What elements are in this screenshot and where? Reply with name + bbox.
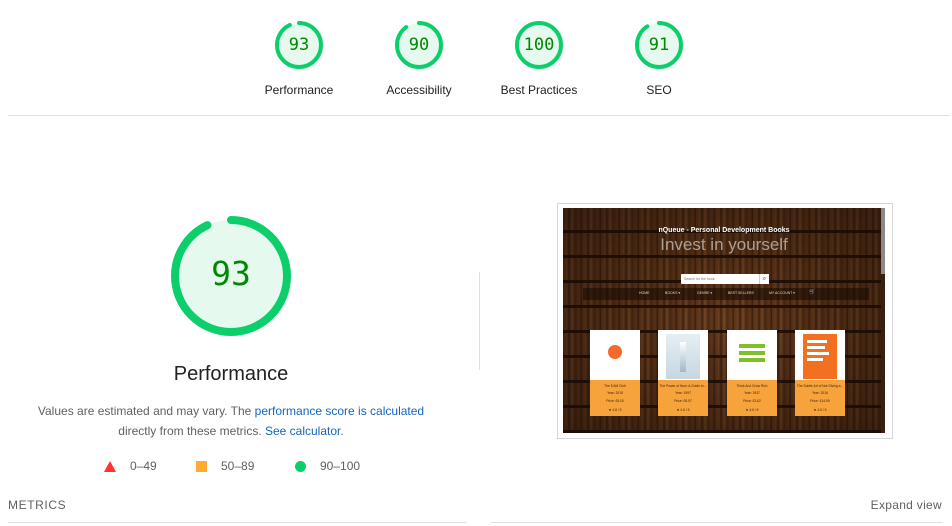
category-label: SEO xyxy=(646,83,672,97)
book-card: The Power of Now: A Guide to... Year: 19… xyxy=(658,330,708,416)
triangle-icon xyxy=(104,460,116,472)
score-ring: 90 xyxy=(394,20,444,70)
score-value: 91 xyxy=(648,35,670,55)
book-info: The Power of Now: A Guide to... Year: 19… xyxy=(658,380,708,416)
book-year: Year: 1937 xyxy=(744,391,760,395)
cart-icon: 🛒 xyxy=(809,289,816,295)
screenshot-image: nQueue - Personal Development Books Inve… xyxy=(563,208,885,433)
legend-pass-label: 90–100 xyxy=(320,459,361,473)
book-title: The 5 AM Club xyxy=(604,384,626,388)
search-icon: ⌕ xyxy=(759,274,769,284)
score-value: 93 xyxy=(288,35,310,55)
desc-text: directly from these metrics. xyxy=(118,424,265,438)
performance-title: Performance xyxy=(173,363,289,385)
book-title: The Subtle Art of Not Giving a... xyxy=(796,384,844,388)
category-gauge-accessibility[interactable]: 90 Accessibility xyxy=(359,20,479,97)
book-price: Price: £8.97 xyxy=(674,399,692,403)
category-gauge-seo[interactable]: 91 SEO xyxy=(599,20,719,97)
book-rating: ★ 4.8 / 5 xyxy=(608,408,622,412)
book-info: Think And Grow Rich Year: 1937 Price: £3… xyxy=(727,380,777,416)
site-nav-item: HOME xyxy=(639,291,650,295)
desc-text: Values are estimated and may vary. The xyxy=(37,404,255,418)
legend-fail: 0–49 xyxy=(104,459,157,473)
category-gauge-performance[interactable]: 93 Performance xyxy=(239,20,359,97)
book-rating: ★ 4.5 / 5 xyxy=(813,408,827,412)
book-rating: ★ 4.6 / 5 xyxy=(676,408,690,412)
circle-icon xyxy=(295,460,306,472)
site-nav-item: GENRE ▾ xyxy=(697,291,713,295)
book-title: Think And Grow Rich xyxy=(736,384,768,388)
divider xyxy=(8,522,466,523)
score-ring: 91 xyxy=(634,20,684,70)
book-price: Price: £5.00 xyxy=(606,399,624,403)
legend-pass: 90–100 xyxy=(295,459,360,473)
desc-text: . xyxy=(340,424,344,438)
metrics-header: METRICS xyxy=(8,498,67,512)
book-year: Year: 2016 xyxy=(812,391,828,395)
book-title: The Power of Now: A Guide to... xyxy=(659,384,707,388)
book-card: The Subtle Art of Not Giving a... Year: … xyxy=(795,330,845,416)
book-cover xyxy=(735,334,769,379)
book-card: Think And Grow Rich Year: 1937 Price: £3… xyxy=(727,330,777,416)
category-label: Best Practices xyxy=(500,83,578,97)
book-year: Year: 2018 xyxy=(607,391,623,395)
book-year: Year: 1997 xyxy=(675,391,691,395)
category-gauge-best-practices[interactable]: 100 Best Practices xyxy=(479,20,599,97)
book-price: Price: £14.59 xyxy=(810,399,830,403)
expand-view-button[interactable]: Expand view xyxy=(871,498,942,512)
book-cover xyxy=(598,334,632,379)
score-value: 100 xyxy=(523,35,555,55)
final-screenshot[interactable]: nQueue - Personal Development Books Inve… xyxy=(557,203,893,439)
legend-fail-label: 0–49 xyxy=(130,459,157,473)
score-value: 90 xyxy=(408,35,430,55)
divider xyxy=(8,115,950,116)
performance-description: Values are estimated and may vary. The p… xyxy=(20,401,442,441)
vertical-divider xyxy=(479,272,480,370)
site-tagline: Invest in yourself xyxy=(660,235,788,254)
book-rating: ★ 4.6 / 5 xyxy=(745,408,759,412)
site-nav-item: MY ACCOUNT ▾ xyxy=(769,291,795,295)
book-card: The 5 AM Club Year: 2018 Price: £5.00 ★ … xyxy=(590,330,640,416)
category-label: Accessibility xyxy=(386,83,452,97)
see-calculator-link[interactable]: See calculator xyxy=(265,424,340,438)
legend-average-label: 50–89 xyxy=(221,459,255,473)
book-info: The Subtle Art of Not Giving a... Year: … xyxy=(795,380,845,416)
book-cover xyxy=(803,334,837,379)
screenshot-scrollbar-thumb xyxy=(881,208,885,274)
book-info: The 5 AM Club Year: 2018 Price: £5.00 ★ … xyxy=(590,380,640,416)
site-nav: HOME BOOKS ▾ GENRE ▾ BEST SELLERS MY ACC… xyxy=(583,288,869,300)
category-label: Performance xyxy=(264,83,334,97)
performance-score-link[interactable]: performance score is calculated xyxy=(255,404,424,418)
site-search-input: Search for the book xyxy=(681,274,761,284)
score-ring: 100 xyxy=(514,20,564,70)
performance-gauge: 93 xyxy=(170,215,292,337)
divider xyxy=(491,522,943,523)
category-summary: 93 Performance 90 Accessibility 100 Best… xyxy=(0,0,952,116)
site-nav-item: BEST SELLERS xyxy=(728,291,754,295)
score-ring: 93 xyxy=(274,20,324,70)
legend-average: 50–89 xyxy=(196,459,254,473)
book-price: Price: £3.62 xyxy=(743,399,761,403)
site-title: nQueue - Personal Development Books xyxy=(658,227,790,234)
square-icon xyxy=(196,460,207,472)
site-nav-item: BOOKS ▾ xyxy=(665,291,681,295)
book-cover xyxy=(666,334,700,379)
performance-score: 93 xyxy=(211,254,251,293)
score-legend: 0–49 50–89 90–100 xyxy=(0,459,460,475)
